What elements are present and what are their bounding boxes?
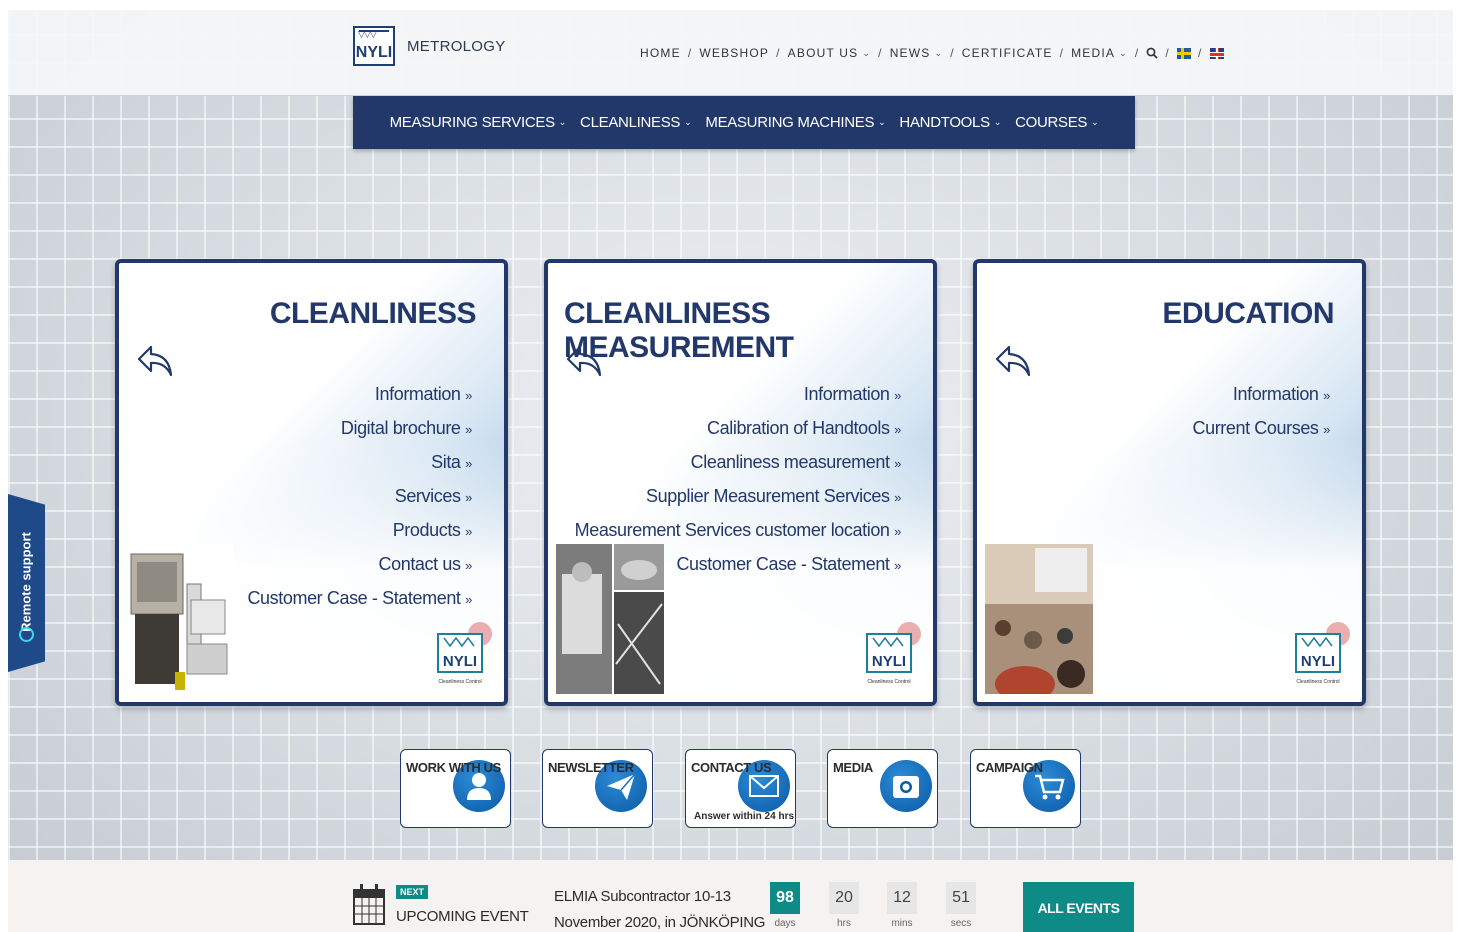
link-products[interactable]: Products » <box>247 514 473 548</box>
card-education: EDUCATION Information » Current Courses … <box>973 259 1366 706</box>
upcoming-event-heading: UPCOMING EVENT <box>396 908 529 925</box>
page-background: NYLI METROLOGY HOME / WEBSHOP / ABOUT US… <box>8 10 1453 932</box>
svg-text:Cleanliness Control: Cleanliness Control <box>867 679 910 685</box>
nav-about-us[interactable]: ABOUT US ⌄ <box>788 46 871 60</box>
chevron-down-icon: ⌄ <box>878 117 886 127</box>
nav-media[interactable]: MEDIA ⌄ <box>1071 46 1128 60</box>
link-measurement-services-customer-location[interactable]: Measurement Services customer location » <box>575 514 902 548</box>
brand-name: METROLOGY <box>407 37 506 55</box>
svg-text:NYLI: NYLI <box>872 653 906 670</box>
site-logo[interactable]: NYLI METROLOGY <box>353 26 506 66</box>
svg-text:NYLI: NYLI <box>443 653 477 670</box>
card-cleanliness-measurement: CLEANLINESS MEASUREMENT Information » Ca… <box>544 259 937 706</box>
countdown-minutes: 12 mins <box>887 882 917 929</box>
link-digital-brochure[interactable]: Digital brochure » <box>247 412 473 446</box>
chevron-down-icon: ⌄ <box>934 47 944 58</box>
back-arrow-icon[interactable] <box>564 339 606 381</box>
nav-certificate[interactable]: CERTIFICATE <box>962 46 1053 60</box>
chevron-down-icon: ⌄ <box>558 117 567 127</box>
link-contact-us[interactable]: Contact us » <box>247 548 473 582</box>
all-events-button[interactable]: ALL EVENTS <box>1023 882 1134 932</box>
back-arrow-icon[interactable] <box>135 339 177 381</box>
upcoming-event-bar: NEXT UPCOMING EVENT ELMIA Subcontractor … <box>8 860 1453 932</box>
campaign-button[interactable]: CAMPAIGN <box>970 749 1081 828</box>
chevron-down-icon: ⌄ <box>1091 117 1099 127</box>
nav-webshop[interactable]: WEBSHOP <box>699 46 769 60</box>
countdown-seconds: 51 secs <box>946 882 976 929</box>
work-with-us-button[interactable]: WORK WITH US <box>400 749 511 828</box>
link-customer-case[interactable]: Customer Case - Statement » <box>247 582 472 616</box>
logo-text: NYLI <box>355 44 393 61</box>
newsletter-button[interactable]: NEWSLETTER <box>542 749 653 828</box>
nyli-cleanliness-logo-icon: NYLI Cleanliness Control <box>1295 622 1350 685</box>
contact-sub: Answer within 24 hrs <box>694 811 795 822</box>
mainnav-cleanliness[interactable]: CLEANLINESS ⌄ <box>580 114 692 131</box>
search-icon[interactable] <box>1146 47 1159 59</box>
event-description[interactable]: ELMIA Subcontractor 10-13 November 2020,… <box>554 884 765 932</box>
mainnav-measuring-machines[interactable]: MEASURING MACHINES ⌄ <box>705 114 885 131</box>
countdown-days: 98 days <box>770 882 800 929</box>
contact-us-button[interactable]: CONTACT US Answer within 24 hrs <box>685 749 796 828</box>
link-services[interactable]: Services » <box>247 480 473 514</box>
mainnav-handtools[interactable]: HANDTOOLS ⌄ <box>899 114 1001 131</box>
chevron-down-icon: ⌄ <box>684 117 692 127</box>
card-title: CLEANLINESS <box>269 297 477 330</box>
mainnav-measuring-services[interactable]: MEASURING SERVICES ⌄ <box>390 114 567 131</box>
svg-text:NYLI: NYLI <box>1301 653 1335 670</box>
top-header: NYLI METROLOGY HOME / WEBSHOP / ABOUT US… <box>8 10 1453 96</box>
link-sita[interactable]: Sita » <box>247 446 472 480</box>
remote-support-label: Remote support <box>18 532 34 632</box>
camera-icon <box>880 760 932 812</box>
help-icon <box>19 627 34 642</box>
nyli-cleanliness-logo-icon: NYLI Cleanliness Control <box>866 622 921 685</box>
top-nav: HOME / WEBSHOP / ABOUT US ⌄ / NEWS ⌄ / CER… <box>640 46 1224 60</box>
media-button[interactable]: MEDIA <box>827 749 938 828</box>
main-nav: MEASURING SERVICES ⌄ CLEANLINESS ⌄ MEASURI… <box>353 96 1135 149</box>
cleanliness-machine-photo <box>129 544 233 694</box>
chevron-down-icon: ⌄ <box>862 47 872 58</box>
card-cleanliness: CLEANLINESS Information » Digital brochu… <box>115 259 508 706</box>
calendar-icon <box>353 884 385 925</box>
link-information[interactable]: Information » <box>247 378 473 412</box>
link-cleanliness-measurement[interactable]: Cleanliness measurement » <box>575 446 902 480</box>
chevron-down-icon: ⌄ <box>1119 47 1128 58</box>
link-current-courses[interactable]: Current Courses » <box>1192 412 1330 446</box>
countdown-hours: 20 hrs <box>829 882 859 929</box>
card-links: Information » Current Courses » <box>1192 378 1330 446</box>
uk-flag-icon[interactable] <box>1209 47 1224 59</box>
link-calibration-of-handtools[interactable]: Calibration of Handtools » <box>575 412 901 446</box>
card-title: CLEANLINESS MEASUREMENT <box>564 297 794 364</box>
link-information[interactable]: Information » <box>575 378 902 412</box>
nav-home[interactable]: HOME <box>640 46 681 60</box>
link-information[interactable]: Information » <box>1192 378 1331 412</box>
card-title: EDUCATION <box>1162 297 1334 330</box>
card-links: Information » Digital brochure » Sita » … <box>247 378 472 616</box>
remote-support-tab[interactable]: Remote support <box>8 494 45 672</box>
mainnav-courses[interactable]: COURSES ⌄ <box>1015 114 1099 131</box>
svg-text:Cleanliness Control: Cleanliness Control <box>1296 679 1339 685</box>
chevron-down-icon: ⌄ <box>993 117 1002 127</box>
lab-collage-photo <box>556 544 664 694</box>
back-arrow-icon[interactable] <box>993 339 1035 381</box>
next-badge: NEXT <box>396 885 429 899</box>
nyli-cleanliness-logo-icon: NYLI Cleanliness Control <box>437 622 492 685</box>
link-supplier-measurement-services[interactable]: Supplier Measurement Services » <box>575 480 901 514</box>
svg-text:Cleanliness Control: Cleanliness Control <box>438 679 481 685</box>
classroom-photo <box>985 544 1093 694</box>
nyli-logo-icon: NYLI <box>353 26 395 66</box>
swedish-flag-icon[interactable] <box>1176 47 1191 59</box>
nav-news[interactable]: NEWS ⌄ <box>890 46 944 60</box>
